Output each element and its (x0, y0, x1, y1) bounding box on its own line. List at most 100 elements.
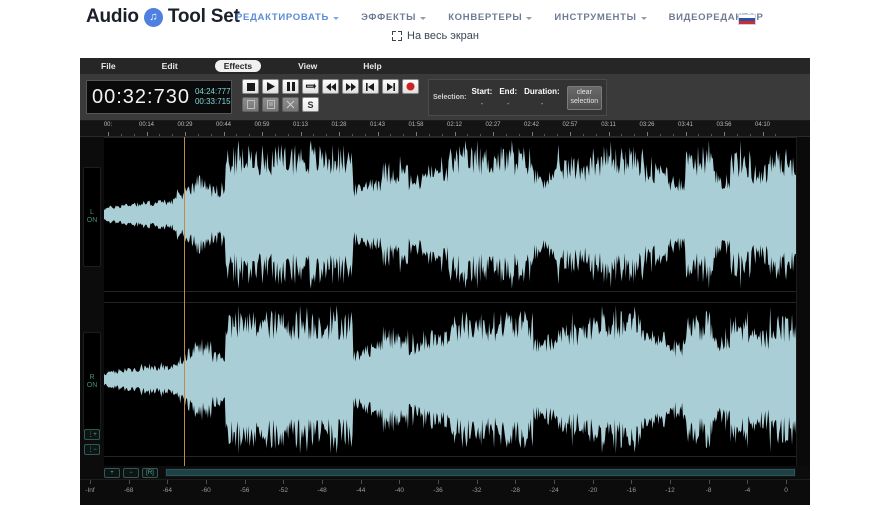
ruler-tick-minor (326, 134, 327, 136)
timecode-display[interactable]: 00:32:730 04:24:777 00:33:715 (86, 80, 232, 114)
brand-word-2: Tool Set (168, 6, 240, 28)
nav-item-instrumenty[interactable]: ИНСТРУМЕНТЫ (554, 12, 646, 23)
nav-item-redaktirovat[interactable]: РЕДАКТИРОВАТЬ (236, 12, 339, 23)
ruler-tick-minor (583, 134, 584, 136)
db-scale-label: -68 (124, 487, 133, 494)
db-scale-tick (554, 480, 555, 484)
vertical-scrollbar[interactable] (796, 137, 810, 466)
db-scale-label: -20 (588, 487, 597, 494)
waveform-canvas[interactable] (104, 137, 796, 466)
db-scale-tick (438, 480, 439, 484)
ruler-tick-minor (249, 134, 250, 136)
play-button[interactable] (262, 79, 279, 94)
fullscreen-icon (392, 31, 402, 41)
db-scale-tick (129, 480, 130, 484)
horizontal-scroll-row: + − [R] (80, 466, 810, 479)
audio-editor-window: File Edit Effects View Help 00:32:730 04… (80, 58, 810, 505)
db-scale-tick (283, 480, 284, 484)
selection-start-value: - (471, 99, 492, 108)
menu-item-effects[interactable]: Effects (215, 60, 261, 72)
ruler-tick (301, 132, 302, 136)
skip-end-button[interactable] (382, 79, 399, 94)
db-scale-tick (709, 480, 710, 484)
skip-start-button[interactable] (362, 79, 379, 94)
db-scale-label: -32 (472, 487, 481, 494)
ruler-tick (647, 132, 648, 136)
ruler-tick-label: 01:43 (370, 122, 385, 128)
selection-duration: Duration: - (524, 87, 560, 108)
nav-label: РЕДАКТИРОВАТЬ (236, 12, 329, 23)
ruler-tick-label: 03:26 (639, 122, 654, 128)
loop-icon[interactable] (302, 79, 319, 94)
ruler-tick-label: 02:57 (562, 122, 577, 128)
rewind-button[interactable] (322, 79, 339, 94)
ruler-tick (416, 132, 417, 136)
vzoom-out-button[interactable]: ⋮− (84, 444, 100, 455)
menu-item-view[interactable]: View (289, 60, 326, 72)
selection-end-label: End: (499, 87, 517, 96)
menu-item-file[interactable]: File (92, 60, 125, 72)
waveform-tracks[interactable] (104, 137, 810, 466)
right-waveform[interactable] (104, 302, 796, 457)
main-navigation: РЕДАКТИРОВАТЬ ЭФФЕКТЫ КОНВЕРТЕРЫ ИНСТРУМ… (236, 12, 764, 23)
stop-button[interactable] (242, 79, 259, 94)
ruler-tick-minor (134, 134, 135, 136)
paste-button[interactable] (262, 97, 279, 112)
scrollbar-thumb[interactable] (166, 469, 795, 476)
right-channel-toggle[interactable]: R ON (83, 332, 101, 432)
ruler-tick-minor (506, 134, 507, 136)
hzoom-out-button[interactable]: − (123, 468, 139, 478)
ruler-tick (108, 132, 109, 136)
record-button[interactable] (402, 79, 419, 94)
ruler-tick-label: 01:58 (408, 122, 423, 128)
db-scale-label: -40 (395, 487, 404, 494)
hzoom-reset-button[interactable]: [R] (142, 468, 158, 478)
pause-button[interactable] (282, 79, 299, 94)
menu-item-edit[interactable]: Edit (153, 60, 187, 72)
ruler-tick-label: 02:42 (524, 122, 539, 128)
left-channel-toggle[interactable]: L ON (83, 167, 101, 267)
fast-forward-button[interactable] (342, 79, 359, 94)
db-scale-tick (515, 480, 516, 484)
ruler-tick-label: 00:29 (177, 122, 192, 128)
timeline-ruler[interactable]: 00:00:1400:2900:4400:5901:1301:2801:4301… (80, 121, 810, 137)
left-channel-state: ON (87, 217, 98, 225)
ruler-tick-minor (775, 134, 776, 136)
playhead-cursor[interactable] (184, 137, 185, 466)
hzoom-in-button[interactable]: + (104, 468, 120, 478)
copy-button[interactable] (242, 97, 259, 112)
ruler-tick-minor (557, 134, 558, 136)
ruler-tick-minor (480, 134, 481, 136)
menu-item-help[interactable]: Help (354, 60, 390, 72)
ru-flag-icon[interactable] (738, 14, 756, 25)
horizontal-scrollbar[interactable] (165, 468, 796, 477)
ruler-tick-label: 03:11 (601, 122, 616, 128)
scissors-icon[interactable] (282, 97, 299, 112)
db-scale-tick (361, 480, 362, 484)
ruler-tick-minor (172, 134, 173, 136)
left-waveform[interactable] (104, 137, 796, 292)
ruler-tick-label: 02:12 (447, 122, 462, 128)
clear-selection-button[interactable]: clear selection (567, 86, 602, 110)
nav-item-konvertery[interactable]: КОНВЕРТЕРЫ (448, 12, 532, 23)
left-waveform-shape (104, 138, 796, 291)
app-menubar: File Edit Effects View Help (80, 58, 810, 74)
ruler-tick-minor (660, 134, 661, 136)
ruler-tick (724, 132, 725, 136)
chevron-down-icon (526, 17, 532, 20)
chevron-down-icon (333, 17, 339, 20)
ruler-tick-minor (467, 134, 468, 136)
brand-logo[interactable]: Audio ♫ Tool Set (86, 6, 240, 28)
ruler-tick-minor (236, 134, 237, 136)
ruler-tick-label: 04:10 (755, 122, 770, 128)
fullscreen-link[interactable]: На весь экран (392, 30, 479, 42)
db-scale-tick (399, 480, 400, 484)
ruler-tick-minor (634, 134, 635, 136)
db-scale-label: -Inf (85, 487, 94, 494)
nav-item-effekty[interactable]: ЭФФЕКТЫ (361, 12, 426, 23)
db-scale-tick (322, 480, 323, 484)
ruler-tick-minor (390, 134, 391, 136)
vzoom-in-button[interactable]: ⋮+ (84, 429, 100, 440)
db-scale-tick (631, 480, 632, 484)
solo-button[interactable]: S (302, 97, 319, 112)
